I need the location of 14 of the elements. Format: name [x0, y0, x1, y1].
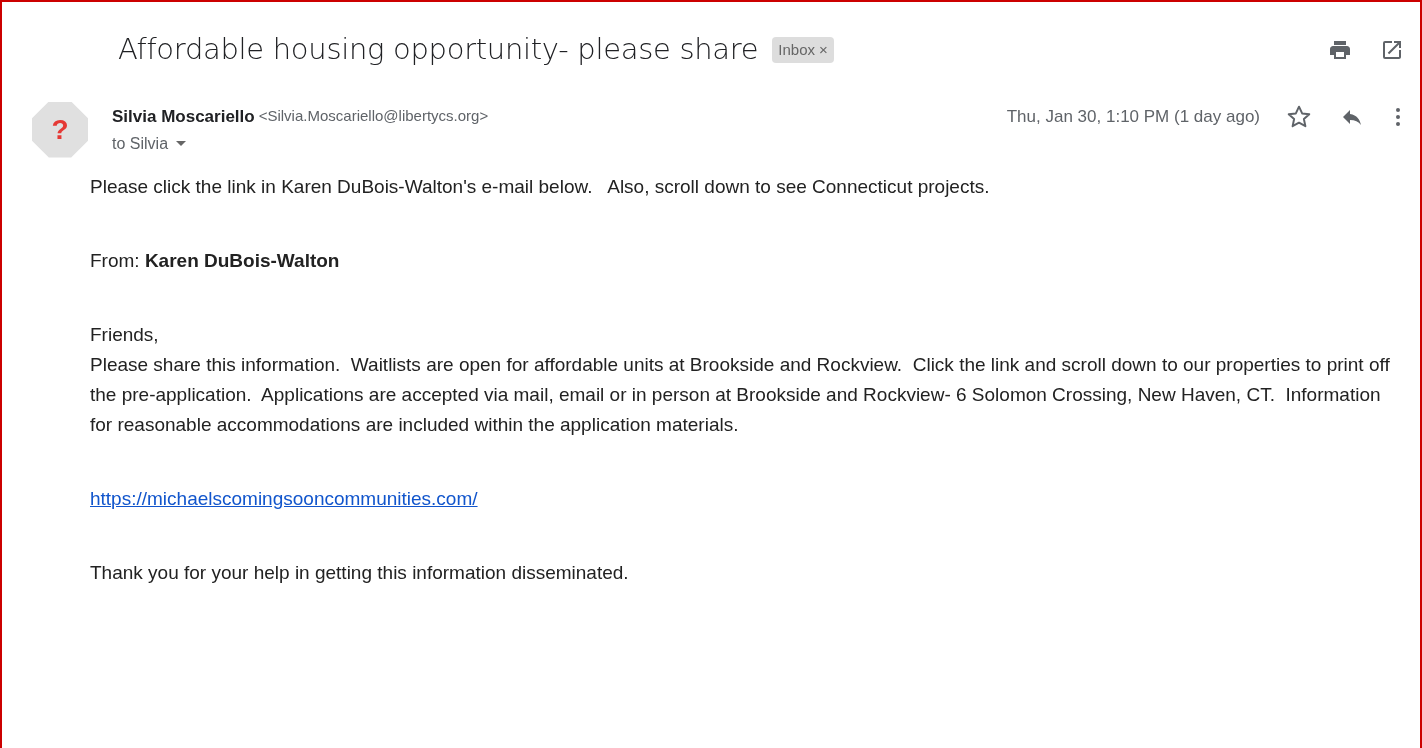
body-paragraph: Please click the link in Karen DuBois-Walton's e-mail below. Also, scroll down to see Connecticut projects. — [90, 174, 991, 199]
label-text: Inbox — [778, 39, 815, 60]
recipients-toggle[interactable]: to Silvia — [112, 131, 169, 156]
sender-email: <Silvia.Moscariello@libertycs.org> — [258, 106, 489, 127]
body-paragraph: Friends, Please share this information. Waitlists are open for affordable units at Brookside and Rockview. Click the link and scroll down to our properties to print off the pre-application. Applications are accepted via mail, email or in person at Brookside and Rockview- 6 Solomon Crossing, New Haven, CT. Information for reasonable accommodations are included within the application materials. — [90, 322, 1391, 437]
sender-name: Silvia Moscariello — [112, 105, 255, 128]
body-paragraph: Thank you for your help in getting this information disseminated. — [90, 560, 630, 585]
body-paragraph: From: Karen DuBois-Walton — [90, 248, 341, 273]
email-date: Thu, Jan 30, 1:10 PM (1 day ago) — [1006, 105, 1260, 128]
avatar: ? — [32, 101, 88, 158]
dropdown-caret-icon[interactable] — [176, 140, 187, 147]
remove-label-button[interactable]: × — [815, 42, 828, 58]
link[interactable]: https://michaelscomingsooncommunities.com/ — [90, 487, 478, 509]
email-subject: Affordable housing opportunity- please share — [118, 31, 759, 68]
